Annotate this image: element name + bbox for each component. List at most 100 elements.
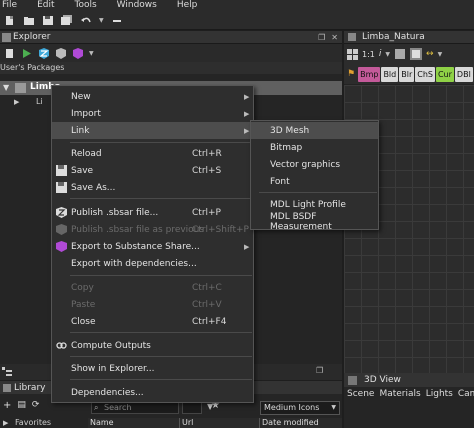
menu-help[interactable]: Help — [177, 0, 198, 11]
filter-chip[interactable]: Cur — [435, 66, 454, 82]
publish-previous-icon[interactable] — [55, 47, 67, 59]
align-icon[interactable]: ↔ — [426, 49, 434, 59]
close-panel-icon[interactable]: ✕ — [331, 33, 338, 42]
share-icon[interactable] — [72, 47, 84, 59]
new-file-icon[interactable] — [4, 15, 16, 26]
info-dropdown-icon[interactable]: ▼ — [385, 51, 390, 58]
filter-chip[interactable]: DBl — [454, 66, 473, 82]
menu-item-shortcut: Ctrl+S — [192, 165, 222, 176]
menu-item-label: Close — [71, 316, 96, 327]
menu-edit[interactable]: Edit — [37, 0, 54, 11]
menu-item-save[interactable]: Save Ctrl+S — [52, 162, 253, 179]
undock-icon[interactable]: ❐ — [318, 33, 325, 42]
submenu-item-vector-graphics[interactable]: Vector graphics — [251, 156, 378, 173]
menu-item-export-share[interactable]: Export to Substance Share... ▶ — [52, 238, 253, 255]
layout-icon[interactable] — [410, 48, 423, 60]
context-menu: New ▶ Import ▶ Link ▶ Reload Ctrl+R Save… — [51, 85, 254, 403]
menu-item-label: Export to Substance Share... — [71, 241, 200, 252]
view3d-menu-materials[interactable]: Materials — [379, 389, 420, 399]
share-dropdown-icon[interactable]: ▼ — [89, 50, 94, 57]
column-header-url[interactable]: Url — [180, 418, 260, 428]
menu-separator — [70, 379, 252, 380]
menu-item-shortcut: Ctrl+P — [192, 207, 221, 218]
save-icon[interactable] — [42, 15, 54, 26]
filter-chip[interactable]: Bld — [381, 66, 399, 82]
menu-item-label: Save As... — [71, 182, 116, 193]
search-placeholder: Search — [104, 403, 132, 412]
menu-file[interactable]: File — [2, 0, 17, 11]
menu-item-show-explorer[interactable]: Show in Explorer... — [52, 360, 253, 377]
undo-dropdown-icon[interactable]: ▼ — [99, 17, 104, 24]
save-all-icon[interactable] — [61, 14, 73, 26]
menu-item-dependencies[interactable]: Dependencies... — [52, 384, 253, 401]
graph-item[interactable]: ▶ Li — [14, 97, 43, 106]
graph-view-toolbar: 1:1 i ▼ ↔ ▼ — [344, 44, 474, 64]
menu-item-compute-outputs[interactable]: Compute Outputs — [52, 337, 253, 354]
menu-item-link[interactable]: Link ▶ — [52, 122, 253, 139]
menu-item-import[interactable]: Import ▶ — [52, 105, 253, 122]
redo-icon[interactable] — [111, 15, 123, 26]
menu-item-publish-previous: Publish .sbsar file as previous Ctrl+Shi… — [52, 221, 253, 238]
graph-icon — [348, 33, 356, 41]
menu-item-export-dependencies[interactable]: Export with dependencies... — [52, 255, 253, 272]
submenu-arrow-icon: ▶ — [244, 242, 250, 251]
menu-item-new[interactable]: New ▶ — [52, 88, 253, 105]
explorer-title-bar: Explorer ❐ ✕ — [0, 31, 342, 44]
menu-item-reload[interactable]: Reload Ctrl+R — [52, 145, 253, 162]
submenu-item-font[interactable]: Font — [251, 173, 378, 190]
filter-icon[interactable]: ⚑ — [347, 69, 355, 79]
new-graph-icon[interactable] — [4, 48, 16, 59]
menu-item-label: Compute Outputs — [71, 340, 151, 351]
view3d-menu-scene[interactable]: Scene — [347, 389, 374, 399]
submenu-item-mdl-bsdf[interactable]: MDL BSDF Measurement — [251, 212, 378, 232]
compute-icon[interactable] — [21, 48, 33, 59]
menu-item-publish[interactable]: Publish .sbsar file... Ctrl+P — [52, 204, 253, 221]
submenu-item-3d-mesh[interactable]: 3D Mesh — [251, 122, 378, 139]
grid-view-icon[interactable] — [347, 48, 358, 60]
collapse-arrow-icon[interactable]: ▼ — [3, 83, 9, 92]
favorites-label: Favorites — [14, 418, 52, 427]
column-header-name[interactable]: Name — [88, 418, 180, 428]
menu-item-label: Link — [71, 125, 90, 136]
view3d-menu-camera[interactable]: Camera — [458, 389, 474, 399]
favorites-item[interactable]: ▶ Favorites — [3, 418, 51, 427]
align-dropdown-icon[interactable]: ▼ — [438, 51, 443, 58]
filter-chip[interactable]: ChS — [415, 66, 435, 82]
filter-chip[interactable]: Blr — [399, 66, 415, 82]
view3d-icon — [348, 375, 357, 385]
menu-tools[interactable]: Tools — [75, 0, 97, 11]
menu-separator — [70, 142, 252, 143]
main-toolbar: ▼ — [0, 11, 474, 30]
info-icon[interactable]: i — [379, 49, 382, 59]
menu-item-save-as[interactable]: Save As... — [52, 179, 253, 196]
folder-add-icon[interactable]: ▤ — [17, 400, 26, 410]
add-icon[interactable]: + — [3, 400, 11, 411]
submenu-arrow-icon: ▶ — [244, 109, 250, 118]
zoom-ratio[interactable]: 1:1 — [362, 50, 375, 59]
menu-item-shortcut: Ctrl+V — [192, 299, 222, 310]
undo-icon[interactable] — [80, 15, 92, 26]
library-title: Library — [14, 382, 46, 393]
expand-arrow-icon[interactable]: ▶ — [14, 98, 19, 106]
menu-item-label: Publish .sbsar file... — [71, 207, 159, 218]
refresh-icon[interactable]: ⟳ — [32, 400, 40, 410]
node-filter-bar: ⚑ Bmp Bld Blr ChS Cur DBl Di — [344, 64, 474, 84]
expand-arrow-icon[interactable]: ▶ — [3, 419, 8, 427]
frame-icon[interactable] — [394, 48, 406, 60]
column-header-date[interactable]: Date modified — [260, 418, 342, 428]
tree-icon[interactable] — [2, 367, 12, 377]
publish-icon[interactable] — [38, 47, 50, 59]
submenu-item-mdl-light-profile[interactable]: MDL Light Profile — [251, 196, 378, 213]
package-icon — [15, 83, 26, 93]
submenu-item-bitmap[interactable]: Bitmap — [251, 139, 378, 156]
menu-item-close[interactable]: Close Ctrl+F4 — [52, 313, 253, 330]
menu-windows[interactable]: Windows — [117, 0, 157, 11]
open-folder-icon[interactable] — [23, 15, 35, 26]
library-column-headers: Name Url Date modified — [88, 418, 342, 428]
view-mode-select[interactable]: Medium Icons ▼ — [260, 401, 340, 415]
link-icon — [56, 342, 67, 349]
filter-chip[interactable]: Bmp — [358, 66, 381, 82]
undock-icon[interactable]: ❐ — [316, 366, 323, 375]
view3d-menu-lights[interactable]: Lights — [426, 389, 453, 399]
submenu-arrow-icon: ▶ — [244, 126, 250, 135]
